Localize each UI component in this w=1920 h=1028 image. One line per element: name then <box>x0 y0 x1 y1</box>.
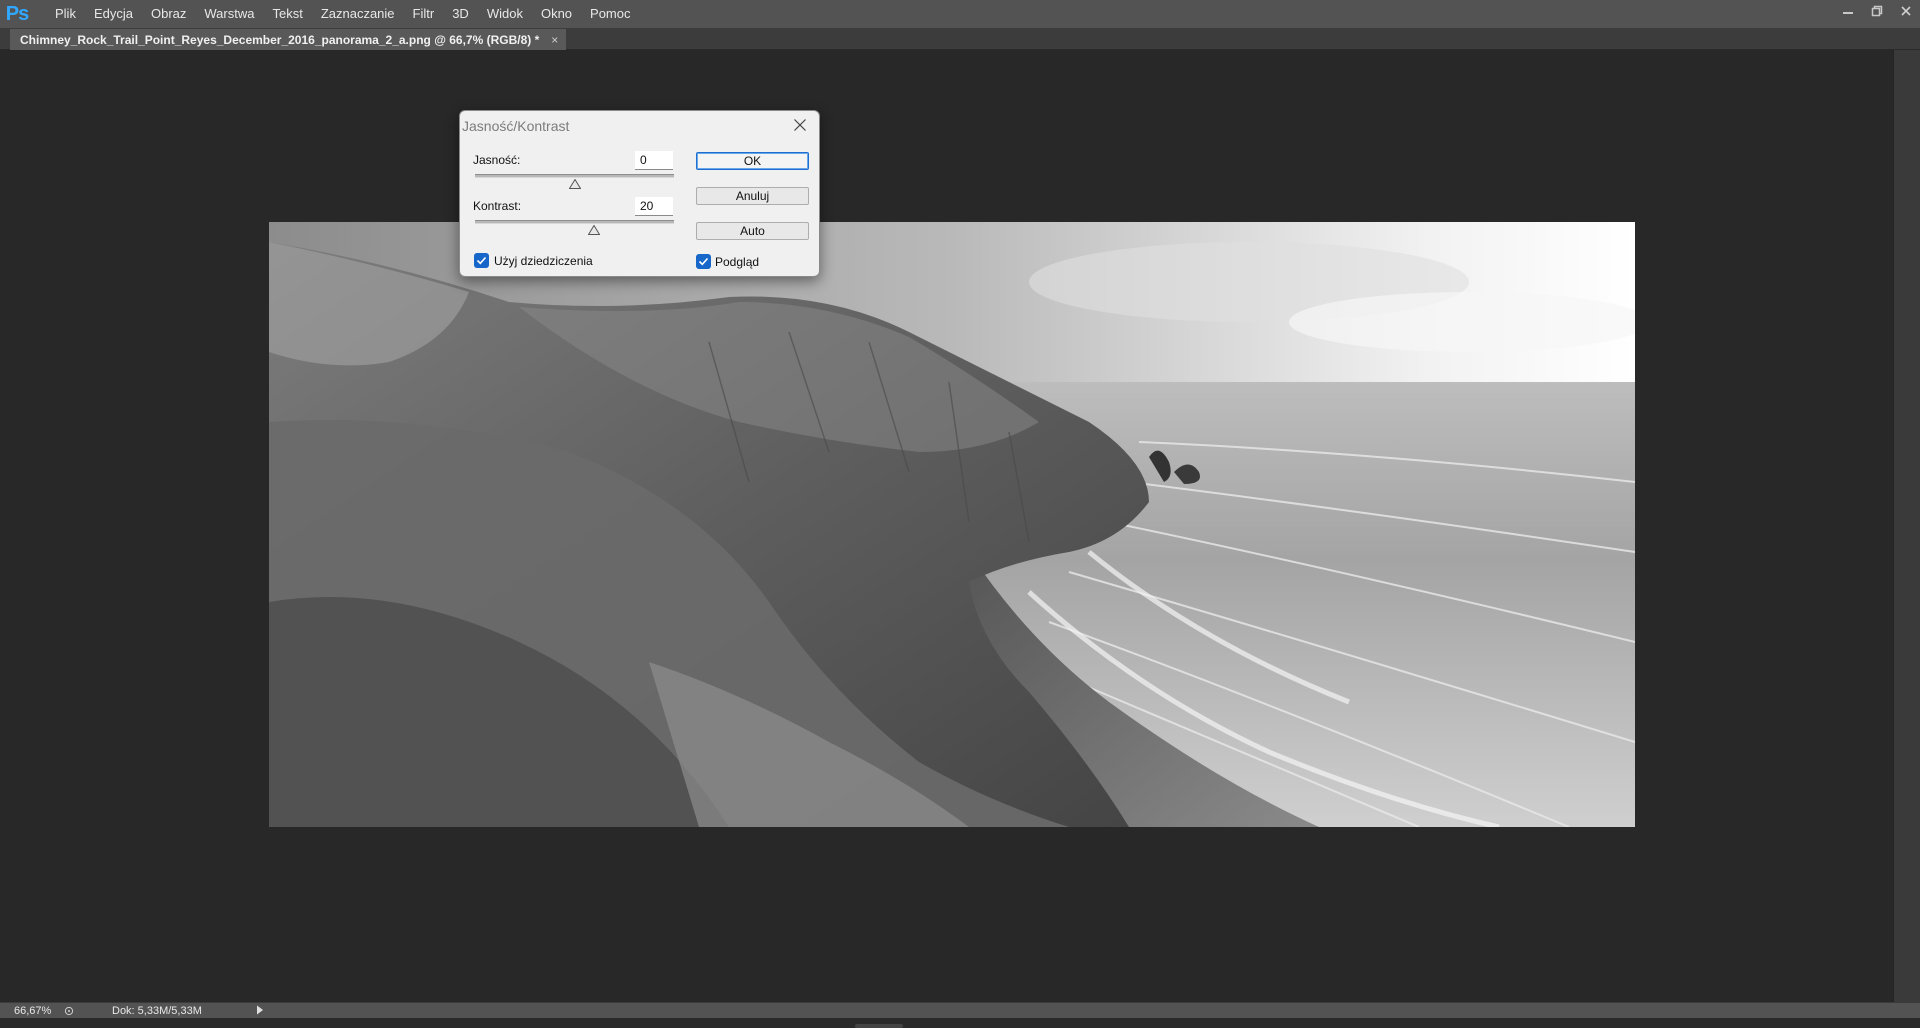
menu-item-warstwa[interactable]: Warstwa <box>195 0 263 28</box>
brightness-input[interactable]: 0 <box>635 151 673 170</box>
brightness-label: Jasność: <box>473 153 521 167</box>
menu-item-tekst[interactable]: Tekst <box>263 0 311 28</box>
contrast-slider-track[interactable] <box>475 220 674 224</box>
document-image[interactable] <box>269 222 1635 827</box>
contrast-input[interactable]: 20 <box>635 197 673 216</box>
checkmark-icon <box>476 256 487 265</box>
menu-item-edycja[interactable]: Edycja <box>85 0 142 28</box>
status-bar: 66,67% Dok: 5,33M/5,33M <box>0 1002 1920 1018</box>
brightness-slider-thumb[interactable] <box>568 176 581 189</box>
cancel-button[interactable]: Anuluj <box>696 187 809 205</box>
bottom-handle <box>855 1024 903 1028</box>
document-size: Dok: 5,33M/5,33M <box>112 1004 202 1017</box>
zoom-readout[interactable]: 66,67% <box>0 1005 60 1017</box>
contrast-label: Kontrast: <box>473 199 522 213</box>
restore-icon[interactable] <box>1862 0 1891 22</box>
bottom-strip <box>0 1018 1920 1028</box>
preview-label[interactable]: Podgląd <box>715 255 759 269</box>
menu-item-filtr[interactable]: Filtr <box>404 0 444 28</box>
menu-item-zaznaczanie[interactable]: Zaznaczanie <box>312 0 404 28</box>
document-tab[interactable]: Chimney_Rock_Trail_Point_Reyes_December_… <box>10 29 567 50</box>
window-controls <box>1833 0 1920 22</box>
brightness-contrast-dialog: Jasność/Kontrast Jasność: 0 Kontrast: 20… <box>459 110 820 277</box>
menu-item-obraz[interactable]: Obraz <box>142 0 195 28</box>
menu-bar: Ps Plik Edycja Obraz Warstwa Tekst Zazna… <box>0 0 1920 28</box>
checkmark-icon <box>698 257 709 266</box>
menu-item-plik[interactable]: Plik <box>46 0 85 28</box>
close-icon[interactable] <box>1891 0 1920 22</box>
status-menu-arrow-icon[interactable] <box>254 1003 266 1017</box>
dialog-title: Jasność/Kontrast <box>462 118 570 134</box>
menu-items: Plik Edycja Obraz Warstwa Tekst Zaznacza… <box>46 0 640 28</box>
menu-item-widok[interactable]: Widok <box>478 0 532 28</box>
right-panel-strip <box>1893 50 1920 1002</box>
dialog-close-icon[interactable] <box>791 116 809 134</box>
menu-item-pomoc[interactable]: Pomoc <box>581 0 639 28</box>
menu-item-okno[interactable]: Okno <box>532 0 581 28</box>
preview-checkbox[interactable] <box>696 254 711 269</box>
auto-button[interactable]: Auto <box>696 222 809 240</box>
use-legacy-checkbox[interactable] <box>474 253 489 268</box>
ok-button[interactable]: OK <box>696 152 809 170</box>
navigator-icon[interactable] <box>62 1004 76 1018</box>
use-legacy-label[interactable]: Użyj dziedziczenia <box>494 254 593 268</box>
document-tab-strip: Chimney_Rock_Trail_Point_Reyes_December_… <box>0 28 1920 50</box>
coastal-cliff-photo <box>269 222 1635 827</box>
document-tab-title: Chimney_Rock_Trail_Point_Reyes_December_… <box>20 32 540 47</box>
contrast-slider-thumb[interactable] <box>587 222 601 235</box>
photoshop-logo-icon[interactable]: Ps <box>0 0 34 28</box>
minimize-icon[interactable] <box>1833 0 1862 22</box>
menu-item-3d[interactable]: 3D <box>443 0 478 28</box>
tab-close-icon[interactable]: × <box>551 33 558 47</box>
